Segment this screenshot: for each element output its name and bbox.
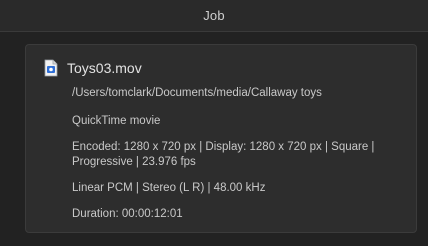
job-panel[interactable]: Toys03.mov /Users/tomclark/Documents/med… (25, 44, 417, 233)
file-details: /Users/tomclark/Documents/media/Callaway… (72, 86, 402, 222)
duration: Duration: 00:00:12:01 (72, 208, 183, 220)
file-name: Toys03.mov (67, 60, 142, 76)
video-info: Encoded: 1280 x 720 px | Display: 1280 x… (72, 141, 375, 168)
title-bar: Job (0, 0, 428, 32)
file-row: Toys03.mov (44, 59, 142, 77)
job-window: Job Toys03.mov /Users/tomclark/Documents… (0, 0, 428, 246)
file-path: /Users/tomclark/Documents/media/Callaway… (72, 87, 322, 99)
file-format: QuickTime movie (72, 115, 161, 127)
audio-info: Linear PCM | Stereo (L R) | 48.00 kHz (72, 182, 266, 194)
movie-file-icon (44, 59, 58, 77)
window-title: Job (203, 8, 225, 23)
